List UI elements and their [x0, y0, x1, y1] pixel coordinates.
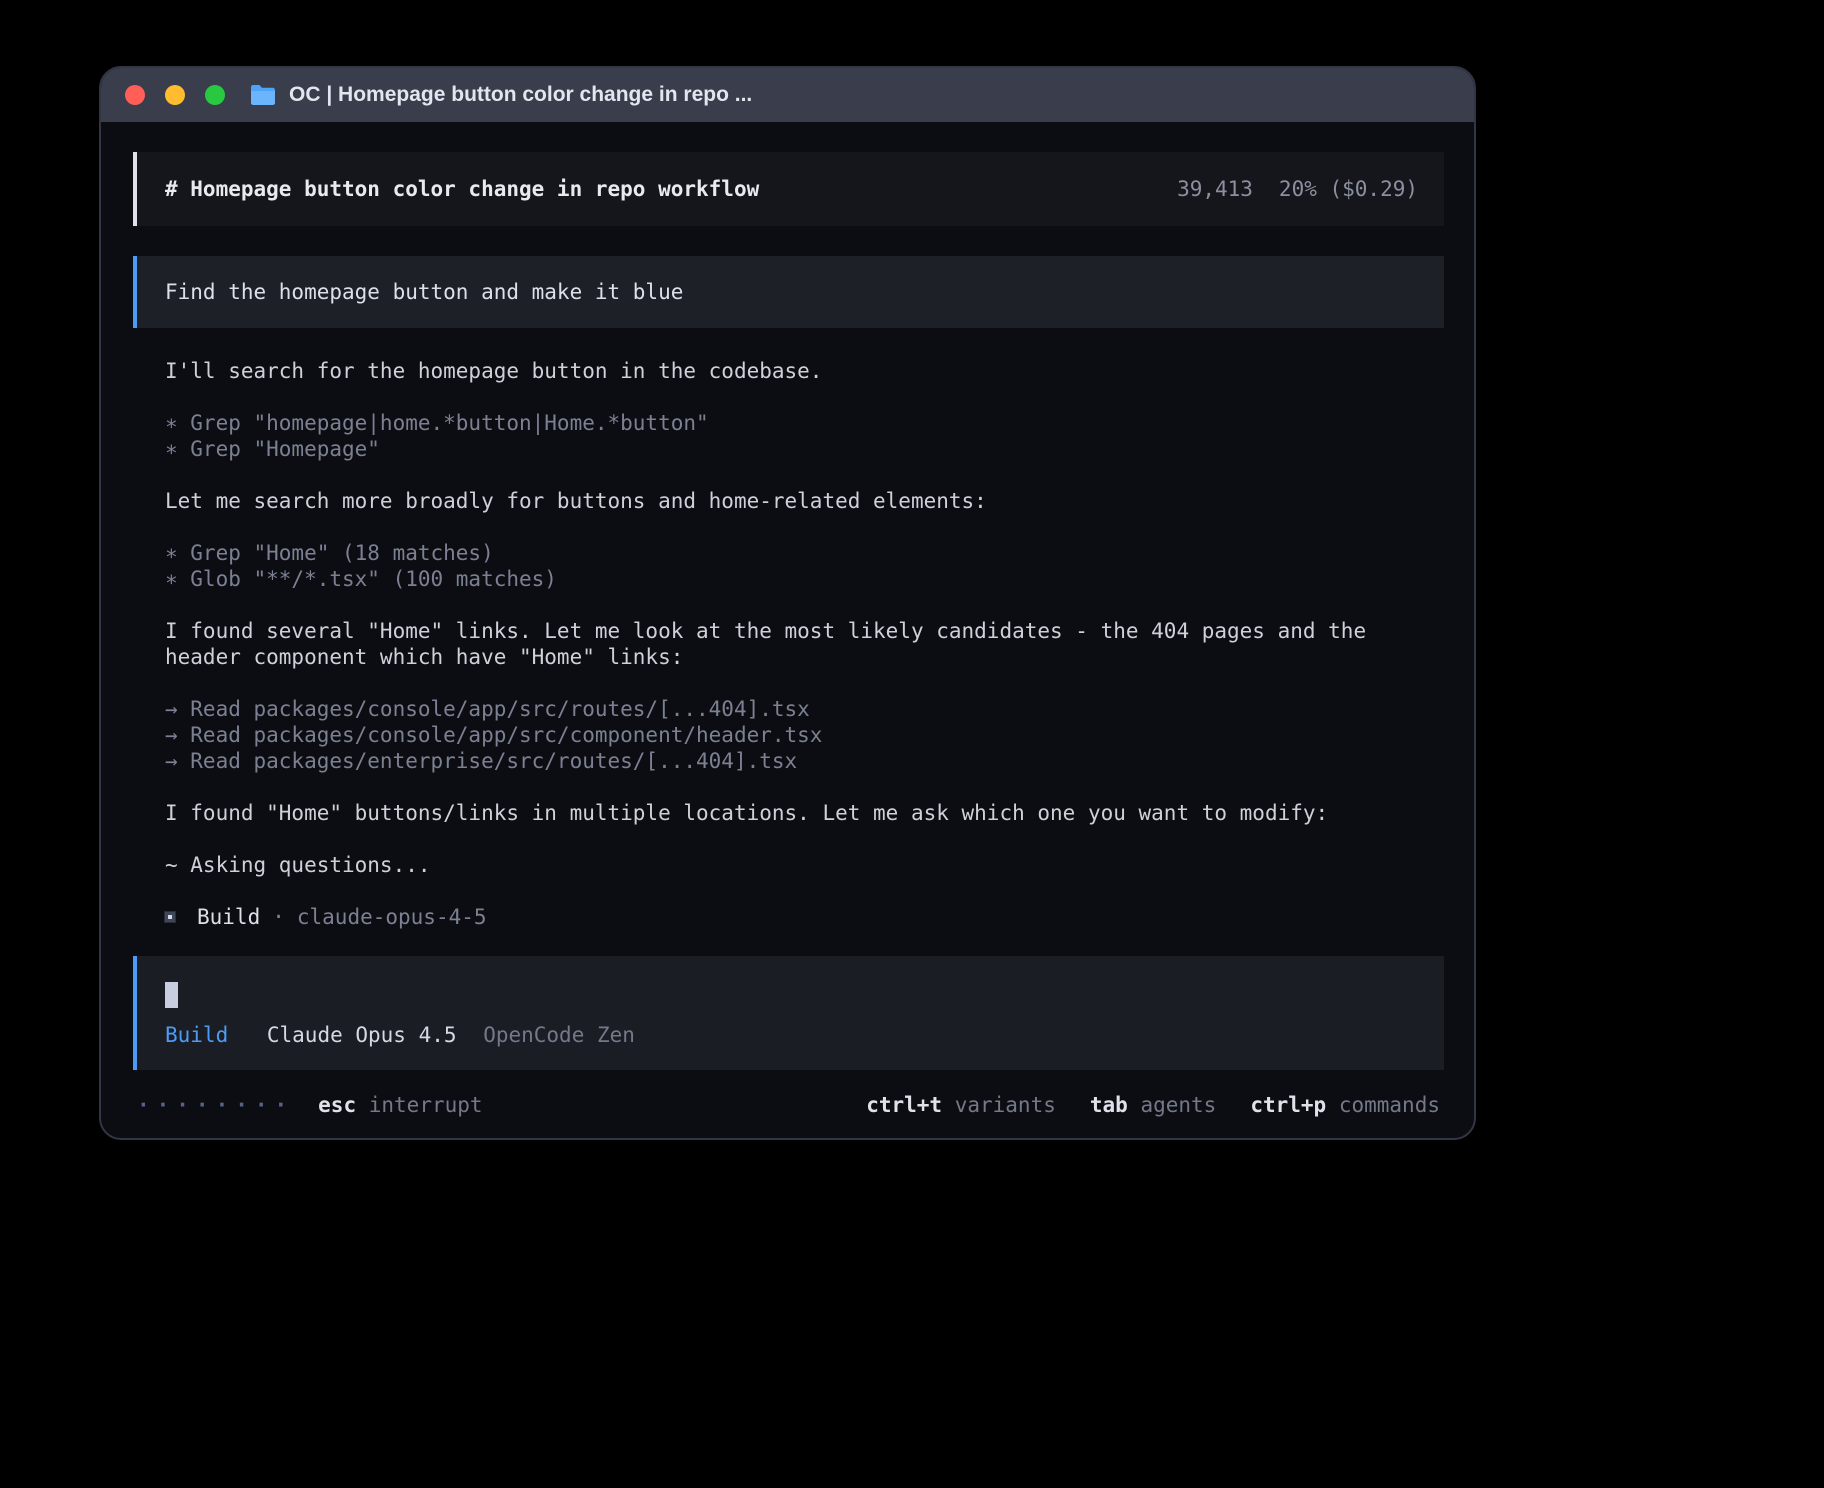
shortcut-interrupt: esc interrupt	[318, 1092, 482, 1118]
agent-badge: Build	[165, 1023, 228, 1047]
window-title: OC | Homepage button color change in rep…	[289, 83, 752, 107]
context-usage: 20% ($0.29)	[1279, 176, 1418, 202]
assistant-text: Let me search more broadly for buttons a…	[165, 488, 1405, 514]
read-tool-line: → Read packages/console/app/src/routes/[…	[165, 696, 1405, 722]
tool-call-group: ∗ Grep "Home" (18 matches) ∗ Glob "**/*.…	[165, 540, 1405, 592]
model-name: Claude Opus 4.5	[267, 1023, 457, 1047]
shortcut-commands: ctrl+p commands	[1250, 1092, 1440, 1118]
spinner-dots: ········	[137, 1092, 294, 1118]
user-message: Find the homepage button and make it blu…	[133, 256, 1444, 328]
assistant-text: I found several "Home" links. Let me loo…	[165, 618, 1405, 670]
agent-square-icon	[165, 912, 175, 922]
glob-tool-line: ∗ Glob "**/*.tsx" (100 matches)	[165, 566, 1405, 592]
assistant-text: I found "Home" buttons/links in multiple…	[165, 800, 1405, 826]
read-tool-line: → Read packages/enterprise/src/routes/[.…	[165, 748, 1405, 774]
status-bar: ········ esc interrupt ctrl+t variants t…	[133, 1082, 1444, 1128]
minimize-button[interactable]	[165, 85, 185, 105]
agent-indicator: Build · claude-opus-4-5	[165, 904, 1405, 930]
read-tool-line: → Read packages/console/app/src/componen…	[165, 722, 1405, 748]
working-status-text: ~ Asking questions...	[165, 852, 1405, 878]
tool-call-group: → Read packages/console/app/src/routes/[…	[165, 696, 1405, 774]
commands-label: commands	[1339, 1093, 1440, 1117]
ctrl-t-key: ctrl+t	[866, 1093, 942, 1117]
variants-label: variants	[955, 1093, 1056, 1117]
agent-separator: ·	[272, 904, 285, 930]
close-button[interactable]	[125, 85, 145, 105]
conversation: I'll search for the homepage button in t…	[165, 358, 1405, 930]
zoom-button[interactable]	[205, 85, 225, 105]
text-cursor	[165, 982, 178, 1008]
grep-tool-line: ∗ Grep "Home" (18 matches)	[165, 540, 1405, 566]
shortcut-agents: tab agents	[1090, 1092, 1216, 1118]
agents-label: agents	[1140, 1093, 1216, 1117]
interrupt-label: interrupt	[369, 1093, 483, 1117]
tab-key: tab	[1090, 1093, 1128, 1117]
user-message-text: Find the homepage button and make it blu…	[165, 280, 683, 304]
model-info-line: Build Claude Opus 4.5 OpenCode Zen	[165, 1022, 1418, 1048]
agent-model: claude-opus-4-5	[297, 904, 487, 930]
prompt-input[interactable]: Build Claude Opus 4.5 OpenCode Zen	[133, 956, 1444, 1070]
agent-name: Build	[197, 904, 260, 930]
shortcut-variants: ctrl+t variants	[866, 1092, 1056, 1118]
session-header: # Homepage button color change in repo w…	[133, 152, 1444, 226]
provider-name: OpenCode Zen	[483, 1023, 635, 1047]
traffic-lights	[125, 85, 225, 105]
titlebar[interactable]: OC | Homepage button color change in rep…	[101, 68, 1474, 122]
status-bar-right: ctrl+t variants tab agents ctrl+p comman…	[866, 1092, 1440, 1118]
assistant-text: I'll search for the homepage button in t…	[165, 358, 1405, 384]
session-stats: 39,413 20% ($0.29)	[1177, 176, 1418, 202]
session-title: # Homepage button color change in repo w…	[165, 176, 759, 202]
folder-icon	[249, 83, 277, 107]
session-content: # Homepage button color change in repo w…	[101, 122, 1474, 1128]
ctrl-p-key: ctrl+p	[1250, 1093, 1326, 1117]
tool-call-group: ∗ Grep "homepage|home.*button|Home.*butt…	[165, 410, 1405, 462]
esc-key: esc	[318, 1093, 356, 1117]
grep-tool-line: ∗ Grep "Homepage"	[165, 436, 1405, 462]
grep-tool-line: ∗ Grep "homepage|home.*button|Home.*butt…	[165, 410, 1405, 436]
status-bar-left: ········ esc interrupt	[137, 1092, 483, 1118]
token-count: 39,413	[1177, 176, 1253, 202]
terminal-window: OC | Homepage button color change in rep…	[99, 66, 1476, 1140]
